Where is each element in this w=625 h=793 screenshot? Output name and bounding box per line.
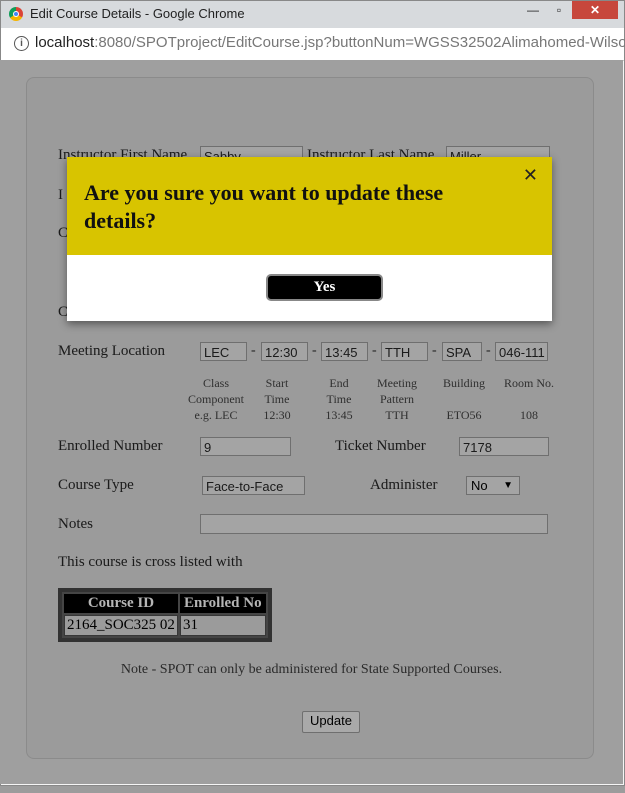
maximize-button[interactable]: ▫ bbox=[546, 1, 572, 19]
dialog-header: Are you sure you want to update these de… bbox=[67, 157, 552, 255]
title-bar: Edit Course Details - Google Chrome — ▫ … bbox=[1, 1, 624, 28]
window-controls: — ▫ ✕ bbox=[520, 1, 618, 19]
url-path: :8080/SPOTproject/EditCourse.jsp?buttonN… bbox=[94, 34, 625, 51]
url-text[interactable]: localhost:8080/SPOTproject/EditCourse.js… bbox=[35, 34, 625, 51]
close-window-button[interactable]: ✕ bbox=[572, 1, 618, 19]
confirm-update-dialog: Are you sure you want to update these de… bbox=[67, 157, 552, 321]
minimize-button[interactable]: — bbox=[520, 1, 546, 19]
info-icon[interactable]: i bbox=[14, 36, 29, 51]
close-icon[interactable]: ✕ bbox=[523, 165, 538, 186]
dialog-message: Are you sure you want to update these de… bbox=[84, 180, 444, 233]
url-host: localhost bbox=[35, 34, 95, 51]
chrome-icon bbox=[9, 7, 23, 21]
yes-button[interactable]: Yes bbox=[266, 274, 383, 301]
window-title: Edit Course Details - Google Chrome bbox=[30, 6, 245, 21]
address-bar[interactable]: i localhost:8080/SPOTproject/EditCourse.… bbox=[1, 28, 625, 61]
